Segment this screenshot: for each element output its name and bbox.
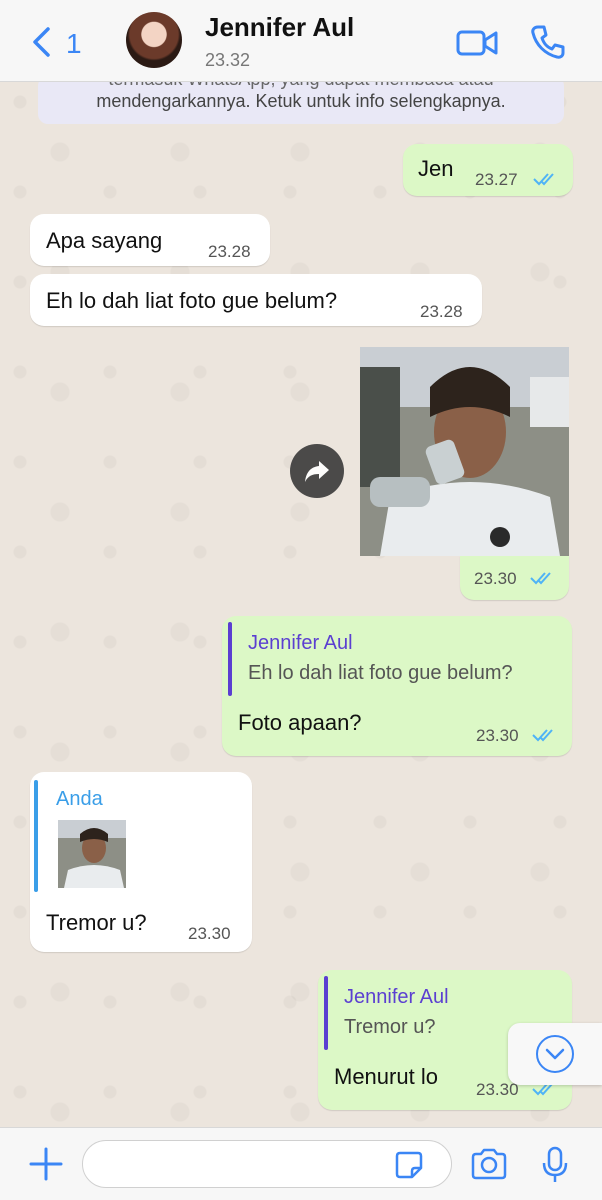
unread-count: 1 [66,28,82,59]
message-text: Foto apaan? [238,710,362,735]
forward-button[interactable] [290,444,344,498]
encryption-notice[interactable]: termasuk WhatsApp, yang dapat membaca at… [38,82,564,124]
contact-name[interactable]: Jennifer Aul [205,12,354,43]
message-bubble[interactable]: Jen 23.27 [403,144,573,196]
quote-bar [324,976,328,1050]
avatar[interactable] [126,12,182,68]
message-time: 23.27 [475,170,518,189]
message-bubble[interactable]: Anda Tremor u? 23.30 [30,772,252,952]
notice-line-1: termasuk WhatsApp, yang dapat membaca at… [38,82,564,90]
message-text: Apa sayang [46,228,163,253]
message-bubble[interactable]: Eh lo dah liat foto gue belum? 23.28 [30,274,482,326]
reply-quote[interactable]: Anda [34,780,246,892]
quote-text: Eh lo dah liat foto gue belum? [248,662,513,684]
quote-bar [34,780,38,892]
message-time: 23.30 [188,924,231,943]
quote-text: Tremor u? [344,1016,436,1038]
photo-caption-bar: 23.30 [460,556,569,600]
message-time: 23.28 [420,302,463,321]
message-bubble[interactable]: Jennifer Aul Eh lo dah liat foto gue bel… [222,616,572,756]
reply-quote[interactable]: Jennifer Aul Eh lo dah liat foto gue bel… [228,622,566,696]
notice-line-2: mendengarkannya. Ketuk untuk info seleng… [96,91,506,111]
sticker-icon[interactable] [394,1150,424,1180]
video-call-icon[interactable] [456,28,498,58]
message-time: 23.30 [474,569,517,588]
composer-bar [0,1127,602,1200]
message-time: 23.30 [476,1080,519,1099]
message-time: 23.30 [476,726,519,745]
quote-author: Anda [56,788,103,810]
double-check-icon [533,173,554,186]
double-check-icon [532,729,553,742]
chat-header: 1 Jennifer Aul 23.32 [0,0,602,82]
message-text: Jen [418,156,454,181]
chevron-left-icon [33,27,50,57]
chat-area[interactable]: termasuk WhatsApp, yang dapat membaca at… [0,82,602,1127]
photo-message[interactable] [360,347,569,556]
back-button[interactable]: 1 [30,22,90,62]
message-time: 23.28 [208,242,251,261]
double-check-icon [530,572,551,585]
microphone-icon[interactable] [542,1146,568,1184]
quote-photo-thumbnail [58,820,126,888]
message-text: Eh lo dah liat foto gue belum? [46,288,338,313]
quote-bar [228,622,232,696]
last-seen: 23.32 [205,50,251,70]
chevron-down-icon [545,1048,565,1060]
message-bubble[interactable]: Apa sayang 23.28 [30,214,270,266]
phone-icon[interactable] [530,24,566,60]
forward-icon [305,461,329,482]
message-text: Menurut lo [334,1064,438,1089]
quote-author: Jennifer Aul [344,986,449,1008]
plus-icon[interactable] [28,1146,64,1182]
camera-icon[interactable] [470,1148,508,1180]
message-text: Tremor u? [46,910,147,935]
scroll-circle [536,1035,574,1073]
photo-image [360,347,569,556]
scroll-to-bottom-button[interactable] [508,1023,602,1085]
quote-author: Jennifer Aul [248,632,353,654]
